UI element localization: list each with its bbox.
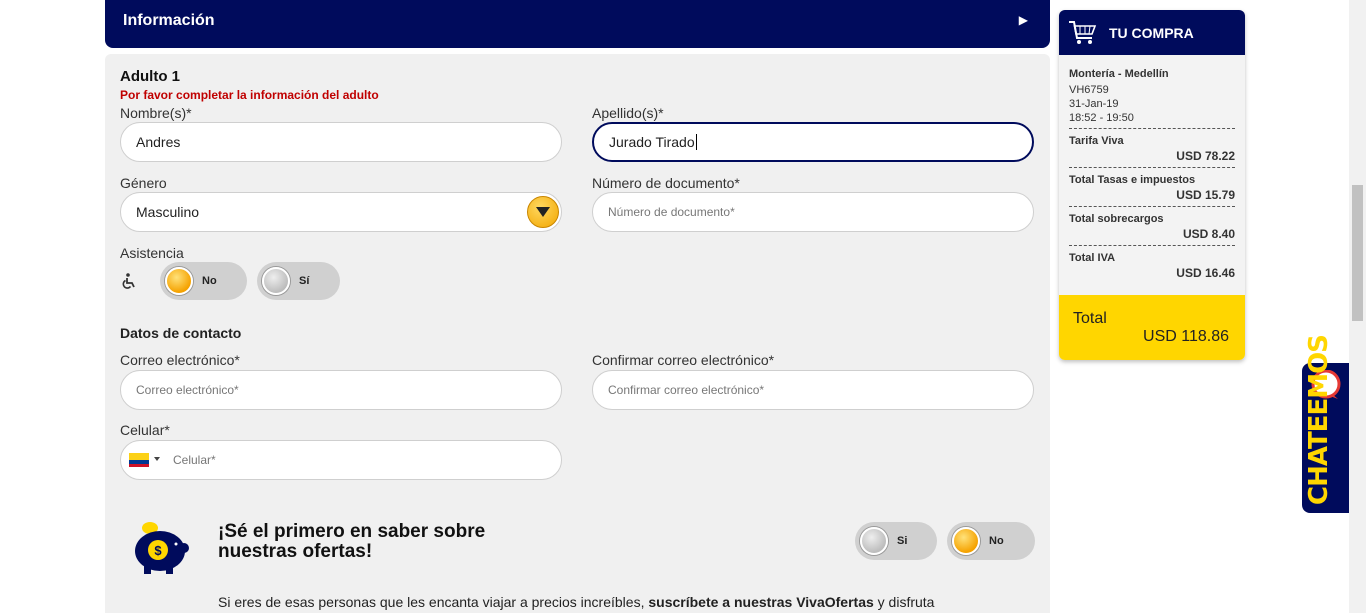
- surcharges-value: USD 8.40: [1182, 227, 1235, 241]
- chat-tab[interactable]: CHATEEMOS: [1302, 335, 1350, 513]
- divider: [1069, 167, 1235, 168]
- promo-text-end: y disfruta: [873, 594, 935, 610]
- total-value: USD 118.86: [1143, 328, 1229, 345]
- info-title: Información: [123, 12, 215, 29]
- colombia-flag-icon[interactable]: [129, 453, 149, 467]
- promo-text-bold: suscríbete a nuestras VivaOfertas: [648, 594, 874, 610]
- promo-title-line2: nuestras ofertas!: [218, 541, 373, 562]
- promo-no-toggle[interactable]: No: [947, 522, 1035, 560]
- fare-name: Tarifa Viva: [1069, 135, 1124, 147]
- flight-route: Montería - Medellín: [1069, 68, 1169, 80]
- gender-value: Masculino: [136, 204, 200, 220]
- assistance-yes-toggle[interactable]: Sí: [257, 262, 340, 300]
- wheelchair-icon: [122, 273, 135, 289]
- shopping-cart-icon: [1069, 21, 1097, 44]
- radio-unselected-icon: [860, 527, 888, 555]
- surcharges-name: Total sobrecargos: [1069, 213, 1164, 225]
- phone-placeholder: Celular*: [173, 453, 216, 467]
- promo-no-label: No: [989, 535, 1004, 547]
- dropdown-arrow-icon[interactable]: [527, 196, 559, 228]
- taxes-value: USD 15.79: [1176, 188, 1235, 202]
- gender-select[interactable]: Masculino: [120, 192, 562, 232]
- confirm-email-input[interactable]: Confirmar correo electrónico*: [592, 370, 1034, 410]
- chat-label: CHATEEMOS: [1304, 335, 1334, 505]
- radio-selected-icon: [165, 267, 193, 295]
- gender-label: Género: [120, 175, 167, 191]
- piggy-bank-icon: $: [135, 522, 189, 574]
- promo-title-line1: ¡Sé el primero en saber sobre: [218, 521, 486, 542]
- taxes-name: Total Tasas e impuestos: [1069, 174, 1196, 186]
- divider: [1069, 128, 1235, 129]
- promo-yes-toggle[interactable]: Si: [855, 522, 937, 560]
- promo-title: ¡Sé el primero en saber sobre nuestras o…: [218, 522, 485, 562]
- document-input[interactable]: Número de documento*: [592, 192, 1034, 232]
- cart-title: TU COMPRA: [1109, 25, 1194, 41]
- first-name-value: Andres: [136, 134, 181, 150]
- cart-total: Total USD 118.86: [1059, 295, 1245, 360]
- promo-description: Si eres de esas personas que les encanta…: [218, 594, 934, 610]
- iva-value: USD 16.46: [1176, 266, 1235, 280]
- page-scrollbar[interactable]: [1349, 0, 1366, 613]
- first-name-input[interactable]: Andres: [120, 122, 562, 162]
- confirm-email-placeholder: Confirmar correo electrónico*: [608, 383, 765, 397]
- document-placeholder: Número de documento*: [608, 205, 735, 219]
- assistance-no-label: No: [202, 275, 217, 287]
- svg-text:$: $: [154, 543, 162, 558]
- phone-input[interactable]: Celular*: [120, 440, 562, 480]
- email-label: Correo electrónico*: [120, 352, 240, 368]
- promo-text-start: Si eres de esas personas que les encanta…: [218, 594, 649, 610]
- text-caret: [695, 134, 697, 150]
- contact-heading: Datos de contacto: [120, 325, 242, 341]
- country-dropdown-icon[interactable]: [154, 457, 160, 461]
- cart-header: TU COMPRA: [1059, 10, 1245, 55]
- email-placeholder: Correo electrónico*: [136, 383, 239, 397]
- scrollbar-thumb[interactable]: [1352, 185, 1363, 321]
- radio-unselected-icon: [262, 267, 290, 295]
- last-name-value: Jurado Tirado: [609, 134, 695, 150]
- promo-yes-label: Si: [897, 535, 908, 547]
- confirm-email-label: Confirmar correo electrónico*: [592, 352, 775, 368]
- adult-heading: Adulto 1: [120, 68, 180, 85]
- assistance-no-toggle[interactable]: No: [160, 262, 247, 300]
- iva-name: Total IVA: [1069, 252, 1116, 264]
- assistance-label: Asistencia: [120, 245, 184, 261]
- flight-number: VH6759: [1069, 84, 1109, 96]
- divider: [1069, 206, 1235, 207]
- passenger-form: Adulto 1 Por favor completar la informac…: [105, 54, 1050, 613]
- page: Información ▶ Adulto 1 Por favor complet…: [0, 0, 1366, 613]
- flight-date: 31-Jan-19: [1069, 98, 1119, 110]
- radio-selected-icon: [952, 527, 980, 555]
- divider: [1069, 245, 1235, 246]
- flight-time: 18:52 - 19:50: [1069, 112, 1134, 124]
- last-name-label: Apellido(s)*: [592, 105, 664, 121]
- last-name-input[interactable]: Jurado Tirado: [592, 122, 1034, 162]
- document-label: Número de documento*: [592, 175, 740, 191]
- info-section-header[interactable]: Información ▶: [105, 0, 1050, 48]
- expand-arrow-icon[interactable]: ▶: [1019, 13, 1028, 27]
- email-input[interactable]: Correo electrónico*: [120, 370, 562, 410]
- assistance-yes-label: Sí: [299, 275, 310, 287]
- phone-label: Celular*: [120, 422, 170, 438]
- first-name-label: Nombre(s)*: [120, 105, 192, 121]
- adult-warning: Por favor completar la información del a…: [120, 88, 379, 102]
- fare-value: USD 78.22: [1176, 149, 1235, 163]
- purchase-summary: TU COMPRA Montería - Medellín VH6759 31-…: [1059, 10, 1245, 360]
- total-label: Total: [1073, 310, 1107, 327]
